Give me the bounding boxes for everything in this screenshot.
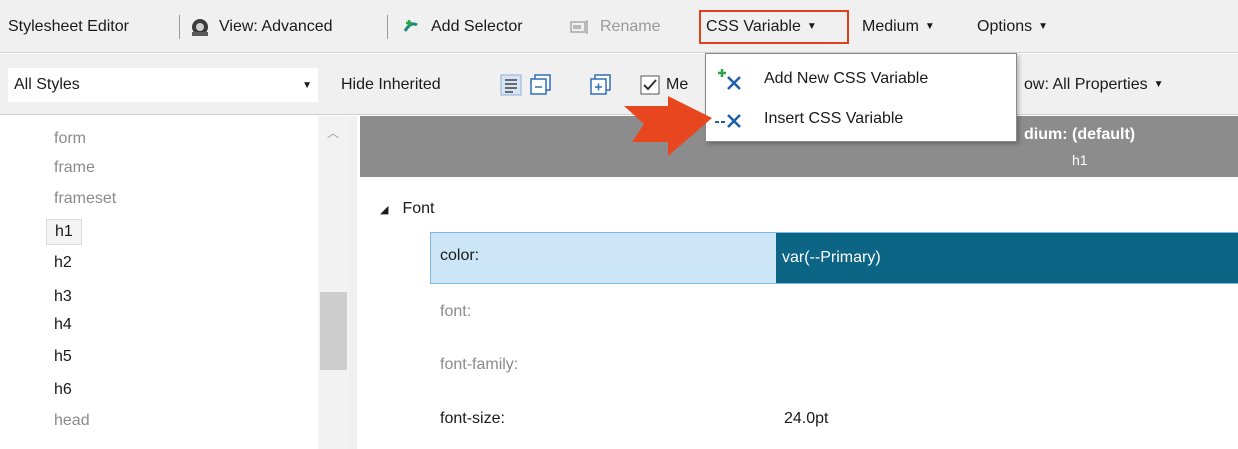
toolbar-separator <box>179 15 180 39</box>
property-name[interactable]: font: <box>440 303 471 321</box>
css-variable-dropdown-menu: Add New CSS Variable Insert CSS Variable <box>705 53 1017 142</box>
medium-menu-button[interactable]: Medium ▼ <box>862 0 935 53</box>
property-value-field[interactable]: var(--Primary) <box>776 233 1238 283</box>
list-view-button[interactable] <box>500 54 522 115</box>
rename-button[interactable]: Rename <box>570 0 660 53</box>
list-item[interactable]: h4 <box>54 314 72 336</box>
pane-splitter[interactable] <box>349 116 357 449</box>
css-variable-highlight-box <box>699 10 849 44</box>
list-item[interactable]: h6 <box>54 379 72 401</box>
property-name[interactable]: font-family: <box>440 356 518 374</box>
expand-all-button[interactable] <box>590 54 612 115</box>
list-item[interactable]: h2 <box>54 252 72 274</box>
scrollbar-thumb[interactable] <box>320 292 347 370</box>
callout-arrow-icon <box>624 96 712 156</box>
list-item[interactable]: h5 <box>54 346 72 368</box>
hide-inherited-button[interactable]: Hide Inherited <box>341 54 441 115</box>
property-name: color: <box>440 247 480 264</box>
add-new-css-variable-menu-item[interactable]: Add New CSS Variable <box>706 60 1016 98</box>
styles-filter-dropdown[interactable]: All Styles ▼ <box>8 68 318 102</box>
chevron-down-icon: ▼ <box>1153 79 1164 90</box>
list-item[interactable]: frameset <box>54 188 116 210</box>
list-item[interactable]: frame <box>54 157 95 179</box>
toolbar-separator <box>387 15 388 39</box>
list-item[interactable]: h3 <box>54 286 72 308</box>
list-item-selected[interactable]: h1 <box>46 219 82 245</box>
options-menu-button[interactable]: Options ▼ <box>977 0 1048 53</box>
stylesheet-editor-title: Stylesheet Editor <box>8 17 129 35</box>
view-advanced-button[interactable]: View: Advanced <box>189 0 333 53</box>
list-item[interactable]: head <box>54 410 90 432</box>
collapse-icon <box>530 73 551 95</box>
medium-header-label: dium: (default) <box>1024 126 1136 143</box>
chevron-down-icon: ▼ <box>1038 21 1049 32</box>
expand-icon <box>590 73 611 95</box>
chevron-down-icon: ▼ <box>924 21 935 32</box>
view-icon <box>192 18 208 36</box>
font-group-header[interactable]: ◢ Font <box>380 200 434 218</box>
insert-css-variable-menu-item[interactable]: Insert CSS Variable <box>706 100 1016 138</box>
style-list-panel <box>0 116 349 449</box>
scroll-up-icon[interactable]: ︿ <box>327 124 339 141</box>
main-toolbar: Stylesheet Editor View: Advanced Add Sel… <box>0 0 1238 53</box>
add-variable-icon <box>718 69 741 90</box>
show-properties-dropdown[interactable]: ow: All Properties ▼ <box>1024 54 1164 115</box>
selector-header-label: h1 <box>1072 152 1088 168</box>
add-selector-icon <box>403 19 418 32</box>
list-view-icon <box>500 74 522 95</box>
checkbox-checked-icon <box>640 75 660 94</box>
secondary-toolbar: All Styles ▼ Hide Inherited Me ow: All P… <box>0 54 1238 115</box>
rename-icon <box>570 19 588 34</box>
list-item[interactable]: form <box>54 128 86 150</box>
vertical-scrollbar[interactable] <box>318 116 349 449</box>
add-selector-button[interactable]: Add Selector <box>401 0 523 53</box>
collapse-triangle-icon: ◢ <box>380 203 389 216</box>
property-name[interactable]: font-size: <box>440 410 505 428</box>
insert-variable-icon <box>715 114 741 128</box>
collapse-all-button[interactable] <box>530 54 552 115</box>
property-value[interactable]: 24.0pt <box>784 410 828 428</box>
chevron-down-icon: ▼ <box>302 79 312 91</box>
